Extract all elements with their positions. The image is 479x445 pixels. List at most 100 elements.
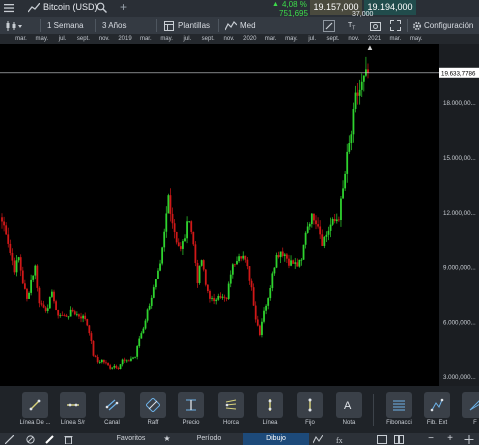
tool-button[interactable]: Horca [216,392,246,426]
gear-icon[interactable] [412,21,422,31]
candle-body [279,251,282,258]
candle-body [184,238,186,242]
candle-body [258,325,261,335]
period-selector[interactable]: 3 Años [102,17,126,34]
screenshot-icon[interactable] [370,20,381,31]
candle-body [78,314,80,317]
timeframe-selector[interactable]: 1 Semana [47,17,83,34]
price-axis-label: 12.000,00... [443,210,476,217]
tool-button[interactable]: Canal [97,392,127,426]
settings-button[interactable]: Configuración [424,17,473,34]
tool-button[interactable]: Línea S/r [58,392,88,426]
candle-body [146,309,149,321]
time-axis-label: nov. [98,36,110,42]
candle-body [358,89,361,96]
candle-body [352,108,355,135]
hide-drawings-icon[interactable] [26,435,35,444]
candle-body [244,255,247,260]
drawing-tab[interactable]: Dibujo [243,433,309,445]
candle-body [48,296,51,309]
candle-body [69,309,72,317]
tool-button[interactable]: Fib. Ext [422,392,452,426]
price-axis-label: 15.000,00... [443,155,476,162]
candle-body [313,213,315,221]
candle-body [113,365,116,368]
candle-body [221,296,224,298]
text-tool-icon[interactable]: TT [348,17,355,34]
tool-button[interactable]: Línea De ... [19,392,51,426]
candle-body [32,275,35,280]
formula-icon[interactable]: fx [336,435,346,444]
candle-body [115,365,118,368]
instrument-name[interactable]: Bitcoin (USD) [43,2,98,12]
period-tab[interactable]: Período [176,433,242,445]
tool-button[interactable]: Precio [176,392,206,426]
candle-body [67,316,70,318]
channel-icon [99,392,125,418]
candle-body [290,260,292,266]
tool-label: Nota [342,420,356,426]
chart-type-icon[interactable] [5,21,23,31]
delete-drawing-icon[interactable] [64,435,73,444]
tool-label: Fibonacci [386,420,412,426]
pencil-icon[interactable] [45,435,54,444]
time-axis: mar. may. jul. sept. nov. 2019 mar. may. jul. sep… [0,34,479,44]
candle-body [159,263,161,271]
tool-button[interactable]: Línea [255,392,285,426]
candle-body [342,188,344,199]
add-instrument-button[interactable]: + [120,0,127,14]
menu-icon[interactable] [4,3,14,13]
candle-body [367,69,369,73]
zoom-out-button[interactable]: − [424,433,438,445]
candle-body [250,280,253,288]
candle-body [246,259,249,267]
candle-body [55,301,57,311]
magnet-icon[interactable] [5,435,14,444]
search-icon[interactable] [96,2,107,13]
tool-button[interactable]: F [460,392,479,426]
layout-icon[interactable] [377,435,387,444]
reset-view-icon[interactable] [464,435,474,444]
indicator-button[interactable]: Med [240,17,256,34]
fullscreen-icon[interactable] [390,20,401,31]
candle-body [350,134,353,144]
vertical-line-icon [257,392,283,418]
star-icon[interactable]: ★ [160,433,174,445]
candle-body [360,81,363,90]
time-axis-label: nov. [348,36,360,42]
candle-body [75,314,78,316]
candle-body [42,304,45,308]
tool-label: Línea S/r [60,420,86,426]
price-chart[interactable]: 19.633,7786 18.000,00... 15.000,00... 12.00… [0,44,479,386]
tool-button[interactable]: Fijo [295,392,325,426]
candle-body [273,267,276,274]
candle-body [296,262,299,267]
candle-body [219,295,222,298]
indicator-tab-icon[interactable] [313,435,323,444]
tool-button[interactable]: Fibonacci [384,392,414,426]
tool-label: Canal [104,420,120,426]
candle-body [1,217,3,222]
candle-body [46,308,49,311]
tool-button[interactable]: Raff [138,392,168,426]
compare-icon[interactable] [394,435,404,444]
candle-body [269,287,272,299]
candle-body [13,260,16,273]
candle-body [125,360,128,362]
candle-body [63,315,66,316]
zoom-in-button[interactable]: + [443,433,457,445]
candle-body [231,264,234,275]
candle-body [285,254,288,259]
candle-body [271,273,274,288]
time-axis-label: may. [409,36,423,42]
candle-body [267,298,270,306]
candle-body [7,234,10,244]
candle-body [177,242,180,247]
favorites-tab[interactable]: Favoritos [98,433,164,445]
templates-button[interactable]: Plantillas [178,17,210,34]
time-axis-label: may. [285,36,298,42]
tool-button[interactable]: A Nota [334,392,364,426]
candle-body [252,287,255,306]
draw-mode-icon[interactable] [323,20,335,32]
candle-body [211,298,213,299]
